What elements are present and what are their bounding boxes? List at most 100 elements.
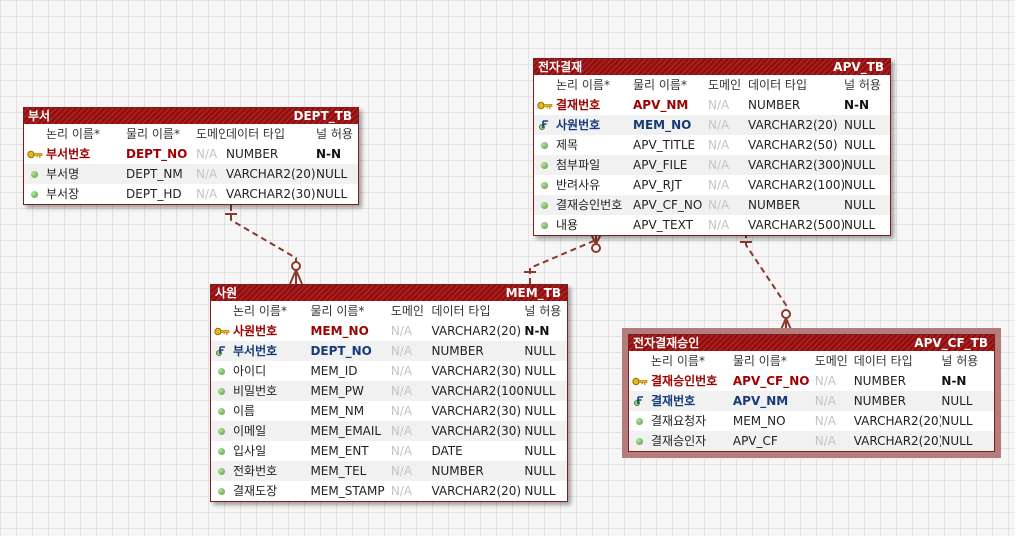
attribute-row[interactable]: 결재승인자 APV_CF N/A VARCHAR2(20) NULL xyxy=(629,431,994,451)
primary-key-icon xyxy=(211,321,233,341)
entity-title: 전자결재승인 xyxy=(633,336,700,350)
attribute-row[interactable]: 부서장 DEPT_HD N/A VARCHAR2(30) NULL xyxy=(24,184,358,204)
nullable: NULL xyxy=(844,218,876,232)
physical-name: MEM_NO xyxy=(633,118,692,132)
header-data-type: 데이터 타입 xyxy=(748,78,808,92)
domain: N/A xyxy=(390,364,413,378)
attribute-row[interactable]: 부서번호 DEPT_NO N/A NUMBER N-N xyxy=(24,144,358,164)
domain: N/A xyxy=(390,444,413,458)
entity-header[interactable]: 부서 DEPT_TB xyxy=(24,108,358,124)
column-header-row: 논리 이름* 물리 이름* 도메인 데이터 타입 널 허용 xyxy=(534,75,890,95)
attribute-row[interactable]: 반려사유 APV_RJT N/A VARCHAR2(100) NULL xyxy=(534,175,890,195)
attribute-row[interactable]: 비밀번호 MEM_PW N/A VARCHAR2(100) NULL xyxy=(211,381,567,401)
logical-name: 반려사유 xyxy=(556,178,601,192)
domain: N/A xyxy=(814,414,836,428)
entity-apv[interactable]: 전자결재 APV_TB 논리 이름* 물리 이름* 도메인 데이터 타입 널 허용 결재… xyxy=(533,58,891,236)
physical-name: APV_RJT xyxy=(633,178,682,192)
data-type: NUMBER xyxy=(226,147,279,161)
attribute-row[interactable]: 결재도장 MEM_STAMP N/A VARCHAR2(20) NULL xyxy=(211,481,567,501)
nullable: NULL xyxy=(524,404,556,418)
logical-name: 결재요청자 xyxy=(651,414,707,428)
entity-header[interactable]: 전자결재승인 APV_CF_TB xyxy=(629,335,994,351)
logical-name: 사원번호 xyxy=(233,324,278,338)
logical-name: 부서장 xyxy=(46,187,80,201)
domain: N/A xyxy=(196,147,218,161)
logical-name: 입사일 xyxy=(233,444,267,458)
attribute-row[interactable]: 제목 APV_TITLE N/A VARCHAR2(50) NULL xyxy=(534,135,890,155)
entity-header[interactable]: 사원 MEM_TB xyxy=(211,285,567,301)
logical-name: 결재번호 xyxy=(651,394,696,408)
entity-apvcf[interactable]: 전자결재승인 APV_CF_TB 논리 이름* 물리 이름* 도메인 데이터 타입 널 … xyxy=(622,328,1001,458)
data-type: VARCHAR2(20) xyxy=(431,324,522,338)
header-logical-name: 논리 이름* xyxy=(46,127,100,141)
domain: N/A xyxy=(708,158,730,172)
foreign-key-icon xyxy=(534,115,556,135)
physical-name: APV_NM xyxy=(633,98,689,112)
header-physical-name: 물리 이름* xyxy=(732,354,787,368)
entity-header[interactable]: 전자결재 APV_TB xyxy=(534,59,890,75)
data-type: VARCHAR2(20) xyxy=(748,118,838,132)
header-domain: 도메인 xyxy=(708,78,742,92)
nullable: NULL xyxy=(941,414,973,428)
data-type: VARCHAR2(50) xyxy=(748,138,838,152)
attribute-row[interactable]: 사원번호 MEM_NO N/A VARCHAR2(20) N-N xyxy=(211,321,567,341)
attribute-row[interactable]: 내용 APV_TEXT N/A VARCHAR2(500) NULL xyxy=(534,215,890,235)
attribute-row[interactable]: 부서명 DEPT_NM N/A VARCHAR2(20) NULL xyxy=(24,164,358,184)
physical-name: DEPT_NO xyxy=(126,147,188,161)
attribute-rows: 결재승인번호 APV_CF_NO N/A NUMBER N-N 결재번호 APV_NM N/A… xyxy=(629,371,994,451)
logical-name: 부서번호 xyxy=(233,344,278,358)
physical-name: MEM_STAMP xyxy=(310,484,385,498)
data-type: VARCHAR2(20) xyxy=(853,414,942,428)
domain: N/A xyxy=(196,167,218,181)
nullable: NULL xyxy=(524,464,556,478)
attribute-row[interactable]: 입사일 MEM_ENT N/A DATE NULL xyxy=(211,441,567,461)
physical-name: MEM_ID xyxy=(310,364,358,378)
attribute-row[interactable]: 이메일 MEM_EMAIL N/A VARCHAR2(30) NULL xyxy=(211,421,567,441)
primary-key-icon xyxy=(24,144,46,164)
header-physical-name: 물리 이름* xyxy=(633,78,687,92)
attribute-row[interactable]: 결재요청자 MEM_NO N/A VARCHAR2(20) NULL xyxy=(629,411,994,431)
header-logical-name: 논리 이름* xyxy=(233,304,287,318)
header-physical-name: 물리 이름* xyxy=(310,304,365,318)
header-data-type: 데이터 타입 xyxy=(431,304,491,318)
attribute-row[interactable]: 결재승인번호 APV_CF_NO N/A NUMBER NULL xyxy=(534,195,890,215)
primary-key-icon xyxy=(534,95,556,115)
physical-name: DEPT_NO xyxy=(310,344,372,358)
attribute-row[interactable]: 부서번호 DEPT_NO N/A NUMBER NULL xyxy=(211,341,567,361)
attribute-row[interactable]: 이름 MEM_NM N/A VARCHAR2(30) NULL xyxy=(211,401,567,421)
data-type: NUMBER xyxy=(431,464,484,478)
nullable: N-N xyxy=(316,147,342,161)
domain: N/A xyxy=(390,484,413,498)
attribute-row[interactable]: 결재번호 APV_NM N/A NUMBER N-N xyxy=(534,95,890,115)
domain: N/A xyxy=(708,198,730,212)
attribute-row[interactable]: 아이디 MEM_ID N/A VARCHAR2(30) NULL xyxy=(211,361,567,381)
attribute-icon xyxy=(211,441,233,461)
entity-table-name: DEPT_TB xyxy=(293,109,352,123)
entity-mem[interactable]: 사원 MEM_TB 논리 이름* 물리 이름* 도메인 데이터 타입 널 허용 사원번호… xyxy=(210,284,568,502)
logical-name: 부서명 xyxy=(46,167,80,181)
attribute-icon xyxy=(629,411,651,431)
nullable: N-N xyxy=(941,374,967,388)
attribute-row[interactable]: 첨부파일 APV_FILE N/A VARCHAR2(300) NULL xyxy=(534,155,890,175)
header-nullable: 널 허용 xyxy=(941,354,979,368)
attribute-row[interactable]: 결재번호 APV_NM N/A NUMBER NULL xyxy=(629,391,994,411)
logical-name: 전화번호 xyxy=(233,464,278,478)
data-type: VARCHAR2(100) xyxy=(431,384,525,398)
logical-name: 비밀번호 xyxy=(233,384,278,398)
domain: N/A xyxy=(708,138,730,152)
entity-dept[interactable]: 부서 DEPT_TB 논리 이름* 물리 이름* 도메인 데이터 타입 널 허용 부서번… xyxy=(23,107,359,205)
logical-name: 결재승인번호 xyxy=(651,374,718,388)
attribute-row[interactable]: 결재승인번호 APV_CF_NO N/A NUMBER N-N xyxy=(629,371,994,391)
data-type: VARCHAR2(20) xyxy=(853,434,942,448)
column-header-row: 논리 이름* 물리 이름* 도메인 데이터 타입 널 허용 xyxy=(24,124,358,144)
attribute-row[interactable]: 사원번호 MEM_NO N/A VARCHAR2(20) NULL xyxy=(534,115,890,135)
header-logical-name: 논리 이름* xyxy=(651,354,705,368)
rel-mem-apv xyxy=(529,232,597,284)
header-icon-spacer xyxy=(534,75,556,95)
attribute-icon xyxy=(534,135,556,155)
data-type: NUMBER xyxy=(748,98,801,112)
primary-key-icon xyxy=(629,371,651,391)
attribute-row[interactable]: 전화번호 MEM_TEL N/A NUMBER NULL xyxy=(211,461,567,481)
data-type: VARCHAR2(20) xyxy=(226,167,316,181)
logical-name: 부서번호 xyxy=(46,147,91,161)
